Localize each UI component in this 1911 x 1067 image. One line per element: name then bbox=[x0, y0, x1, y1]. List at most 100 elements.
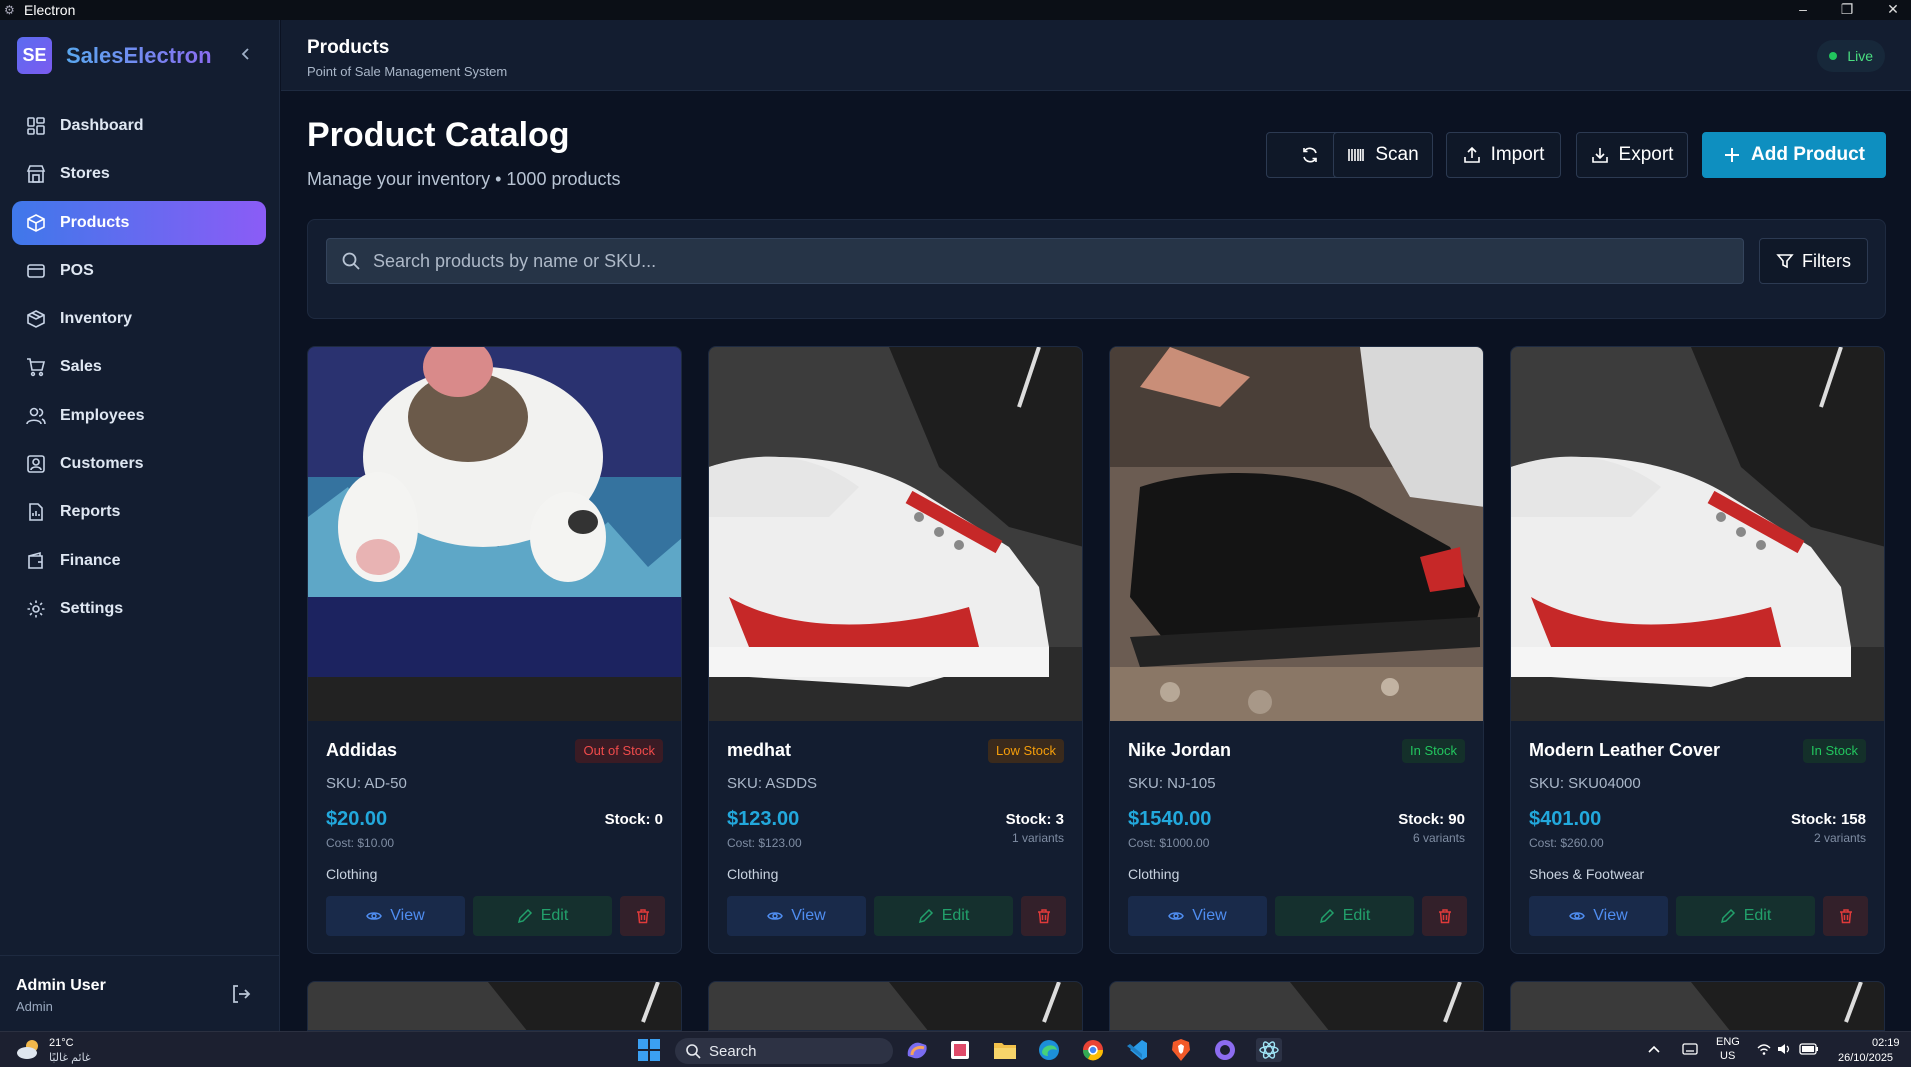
delete-button[interactable] bbox=[620, 896, 665, 936]
sidebar-item-inventory[interactable]: Inventory bbox=[12, 297, 266, 341]
github-icon[interactable] bbox=[1212, 1038, 1238, 1062]
product-card-partial[interactable] bbox=[708, 981, 1083, 1031]
chrome-browser-icon[interactable] bbox=[1080, 1038, 1106, 1062]
clock-time[interactable]: 02:19 bbox=[1872, 1037, 1900, 1049]
collapse-sidebar-button[interactable] bbox=[236, 44, 256, 66]
sidebar-item-customers[interactable]: Customers bbox=[12, 442, 266, 486]
sidebar-item-employees[interactable]: Employees bbox=[12, 394, 266, 438]
user-name: Admin User bbox=[16, 977, 106, 994]
download-icon bbox=[1591, 148, 1608, 163]
barcode-icon bbox=[1348, 149, 1365, 161]
product-card-partial[interactable] bbox=[1510, 981, 1885, 1031]
product-photo bbox=[1110, 982, 1483, 1030]
view-button[interactable]: View bbox=[1529, 896, 1668, 936]
eye-icon bbox=[1569, 912, 1586, 920]
product-price: $1540.00 bbox=[1128, 808, 1212, 830]
clock-date[interactable]: 26/10/2025 bbox=[1838, 1052, 1893, 1064]
edge-browser-icon[interactable] bbox=[1036, 1038, 1062, 1062]
sidebar-item-pos[interactable]: POS bbox=[12, 249, 266, 293]
scan-button[interactable]: Scan bbox=[1333, 132, 1433, 178]
report-icon bbox=[29, 503, 43, 522]
sidebar-item-label: Inventory bbox=[60, 310, 133, 328]
product-card[interactable]: Addidas Out of Stock SKU: AD-50 $20.00 C… bbox=[307, 346, 682, 954]
brave-browser-icon[interactable] bbox=[1168, 1038, 1194, 1062]
import-button[interactable]: Import bbox=[1446, 132, 1561, 178]
search-icon bbox=[686, 1044, 701, 1059]
product-card[interactable]: Nike Jordan In Stock SKU: NJ-105 $1540.0… bbox=[1109, 346, 1484, 954]
stock-status-badge: In Stock bbox=[1402, 739, 1465, 763]
product-photo bbox=[1511, 982, 1884, 1030]
search-input[interactable] bbox=[373, 250, 1673, 272]
edit-label: Edit bbox=[1342, 907, 1371, 924]
view-label: View bbox=[390, 907, 425, 924]
brand[interactable]: SE SalesElectron bbox=[17, 37, 212, 74]
edit-button[interactable]: Edit bbox=[874, 896, 1013, 936]
os-taskbar: 21°C غائم غالبًا Search ENG US 02:19 26/… bbox=[0, 1031, 1911, 1067]
sidebar-item-finance[interactable]: Finance bbox=[12, 539, 266, 583]
export-label: Export bbox=[1618, 144, 1674, 165]
product-card-partial[interactable] bbox=[307, 981, 682, 1031]
sidebar-item-sales[interactable]: Sales bbox=[12, 345, 266, 389]
windows-start-icon[interactable] bbox=[636, 1038, 662, 1062]
product-variants: 2 variants bbox=[1813, 831, 1866, 845]
sidebar-item-dashboard[interactable]: Dashboard bbox=[12, 104, 266, 148]
sidebar-item-label: Stores bbox=[60, 165, 110, 183]
view-button[interactable]: View bbox=[1128, 896, 1267, 936]
eye-icon bbox=[767, 912, 784, 920]
product-photo bbox=[308, 982, 681, 1030]
product-card[interactable]: medhat Low Stock SKU: ASDDS $123.00 Cost… bbox=[708, 346, 1083, 954]
product-sku: SKU: NJ-105 bbox=[1128, 775, 1216, 792]
language-top[interactable]: ENG bbox=[1716, 1036, 1740, 1048]
product-photo bbox=[709, 982, 1082, 1030]
brand-name: SalesElectron bbox=[66, 42, 212, 68]
refresh-icon bbox=[1302, 147, 1317, 163]
filters-button[interactable]: Filters bbox=[1759, 238, 1868, 284]
product-card-partial[interactable] bbox=[1109, 981, 1484, 1031]
battery-icon[interactable] bbox=[1799, 1042, 1819, 1056]
edit-button[interactable]: Edit bbox=[1676, 896, 1815, 936]
weather-widget[interactable]: 21°C غائم غالبًا bbox=[16, 1037, 91, 1064]
vscode-icon[interactable] bbox=[1124, 1038, 1150, 1062]
keyboard-icon[interactable] bbox=[1682, 1042, 1698, 1056]
copilot-icon[interactable] bbox=[904, 1038, 930, 1062]
eye-icon bbox=[1168, 912, 1185, 920]
search-field[interactable] bbox=[326, 238, 1744, 284]
sidebar-item-products[interactable]: Products bbox=[12, 200, 266, 245]
export-button[interactable]: Export bbox=[1576, 132, 1688, 178]
sidebar-item-reports[interactable]: Reports bbox=[12, 490, 266, 534]
close-button[interactable]: ✕ bbox=[1878, 0, 1908, 20]
edit-label: Edit bbox=[1743, 907, 1772, 924]
chevron-up-icon[interactable] bbox=[1648, 1044, 1660, 1054]
scan-label: Scan bbox=[1375, 144, 1419, 165]
sidebar: SE SalesElectron Dashboard Stores Produc… bbox=[0, 20, 280, 1031]
add-product-button[interactable]: Add Product bbox=[1702, 132, 1886, 178]
delete-button[interactable] bbox=[1021, 896, 1066, 936]
product-variants: 1 variants bbox=[1011, 831, 1064, 845]
language-bottom[interactable]: US bbox=[1720, 1050, 1735, 1062]
maximize-button[interactable]: ❐ bbox=[1832, 0, 1862, 20]
view-button[interactable]: View bbox=[326, 896, 465, 936]
pencil-icon bbox=[1720, 908, 1735, 924]
filters-label: Filters bbox=[1802, 250, 1851, 271]
snipping-tool-icon[interactable] bbox=[948, 1038, 974, 1062]
view-label: View bbox=[1593, 907, 1628, 924]
wifi-icon[interactable] bbox=[1756, 1042, 1772, 1056]
logout-icon[interactable] bbox=[229, 982, 253, 1006]
delete-button[interactable] bbox=[1823, 896, 1868, 936]
chevron-left-icon bbox=[241, 48, 249, 60]
minimize-button[interactable]: – bbox=[1788, 0, 1818, 20]
edit-button[interactable]: Edit bbox=[473, 896, 612, 936]
file-explorer-icon[interactable] bbox=[992, 1038, 1018, 1062]
product-card[interactable]: Modern Leather Cover In Stock SKU: SKU04… bbox=[1510, 346, 1885, 954]
taskbar-search[interactable]: Search bbox=[675, 1038, 893, 1064]
trash-icon bbox=[1839, 909, 1852, 924]
volume-icon[interactable] bbox=[1777, 1042, 1793, 1056]
credit-card-icon bbox=[27, 264, 45, 278]
sidebar-item-stores[interactable]: Stores bbox=[12, 152, 266, 196]
sidebar-item-settings[interactable]: Settings bbox=[12, 587, 266, 631]
view-button[interactable]: View bbox=[727, 896, 866, 936]
electron-app-icon[interactable] bbox=[1256, 1038, 1282, 1062]
delete-button[interactable] bbox=[1422, 896, 1467, 936]
edit-button[interactable]: Edit bbox=[1275, 896, 1414, 936]
white-red-sneaker-photo bbox=[709, 347, 1082, 721]
